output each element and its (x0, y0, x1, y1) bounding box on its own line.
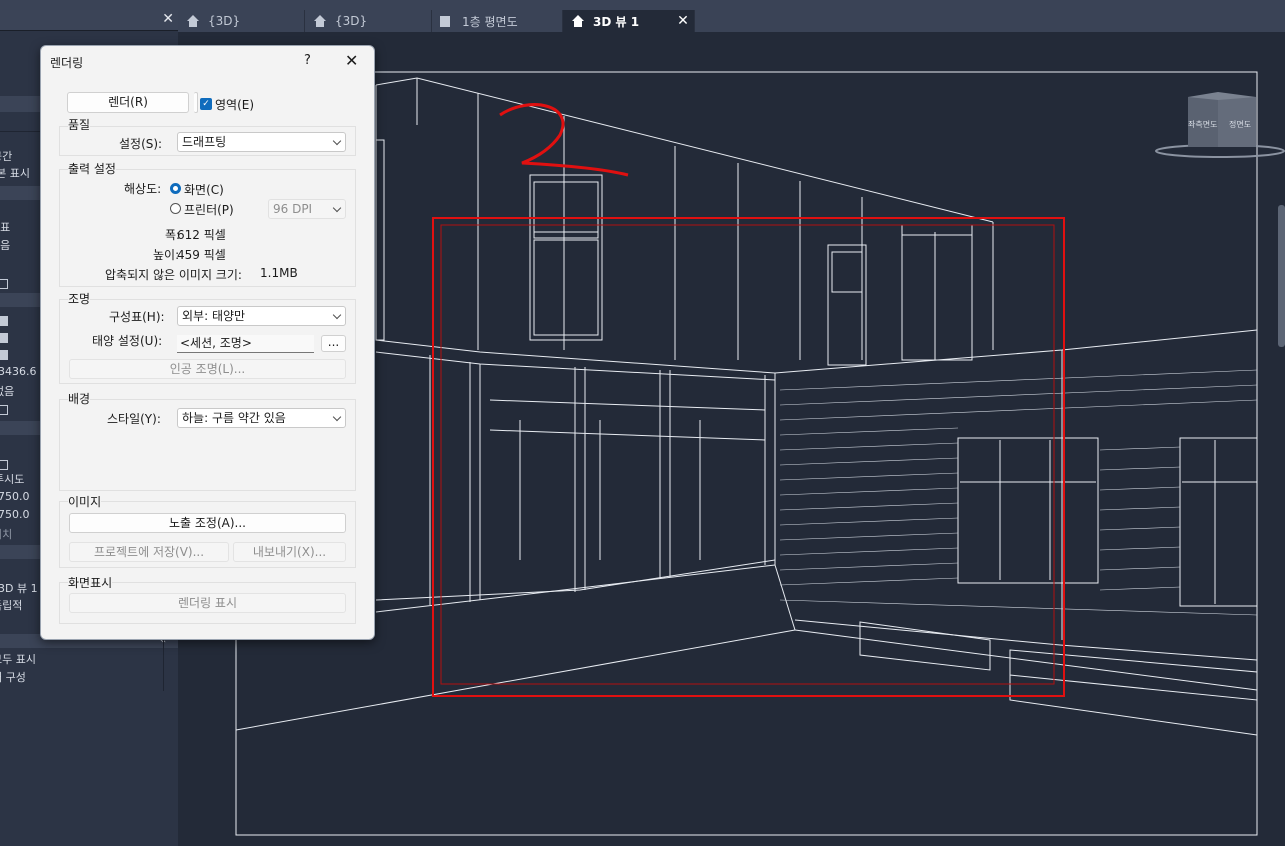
artificial-lights-button[interactable]: 인공 조명(L)... (69, 359, 346, 379)
tab-label: {3D} (335, 14, 368, 28)
checkbox[interactable] (0, 405, 8, 415)
property-row: 3436.6 (0, 365, 37, 378)
sun-setting-field[interactable]: <세션, 조명> (177, 335, 314, 353)
resolution-label: 해상도: (124, 182, 162, 196)
tab-3d-a[interactable]: {3D} (178, 10, 305, 32)
display-group-label: 화면표시 (68, 574, 113, 591)
background-style-select[interactable]: 하늘: 구름 약간 있음 (177, 408, 346, 428)
close-icon[interactable]: ✕ (677, 13, 689, 29)
chevron-down-icon (332, 203, 342, 213)
tab-label: 3D 뷰 1 (593, 14, 640, 29)
property-row: 없음 (0, 385, 15, 398)
region-checkbox-label[interactable]: 영역(E) (215, 96, 254, 113)
render-region-outline (432, 217, 1065, 697)
property-row: 750.0 (0, 490, 30, 503)
background-style-label: 스타일(Y): (107, 412, 161, 426)
tab-floor-plan-1f[interactable]: 1층 평면도 (432, 10, 563, 32)
render-button[interactable]: 렌더(R) (67, 92, 189, 113)
height-value: 459 픽셀 (177, 248, 226, 262)
tab-3d-b[interactable]: {3D} (305, 10, 432, 32)
screen-radio[interactable] (170, 183, 181, 194)
tab-3d-view-1[interactable]: 3D 뷰 1 ✕ (563, 10, 695, 32)
region-checkbox[interactable]: ✓ (200, 98, 212, 110)
view-tab-bar: {3D} {3D} 1층 평면도 3D 뷰 1 ✕ (178, 10, 1285, 32)
sun-settings-button[interactable]: ... (321, 335, 346, 352)
property-row: 위치 (0, 528, 13, 541)
quality-setting-select[interactable]: 드래프팅 (177, 132, 346, 152)
property-row: 독립적 (0, 599, 23, 612)
quality-setting-label: 설정(S): (119, 137, 163, 151)
dialog-title: 렌더링 (50, 56, 84, 70)
checkbox[interactable] (0, 316, 8, 326)
chevron-down-icon (332, 310, 342, 320)
printer-radio-label[interactable]: 프린터(P) (184, 201, 234, 218)
dpi-select[interactable]: 96 DPI (268, 199, 346, 219)
quality-group-label: 품질 (68, 116, 91, 133)
property-row: 3D 뷰 1 (0, 582, 38, 595)
printer-radio[interactable] (170, 203, 181, 214)
tab-label: 1층 평면도 (462, 14, 518, 29)
floor-plan-icon (440, 15, 450, 27)
lighting-scheme-select[interactable]: 외부: 태양만 (177, 306, 346, 326)
export-button[interactable]: 내보내기(X)... (233, 542, 346, 562)
property-row: 기본 표시 (0, 167, 30, 180)
save-to-project-button[interactable]: 프로젝트에 저장(V)... (69, 542, 229, 562)
viewcube-face-right[interactable]: 정면도 (1229, 119, 1251, 130)
property-row: 750.0 (0, 508, 30, 521)
checkbox[interactable] (0, 279, 8, 289)
property-row: 내 구성 (0, 671, 26, 684)
tab-label: {3D} (208, 14, 241, 28)
title-strip (0, 0, 1285, 10)
chevron-down-icon (332, 412, 342, 422)
properties-panel-header: ✕ (0, 10, 178, 31)
close-icon[interactable]: ✕ (345, 51, 358, 70)
help-icon[interactable]: ? (304, 53, 311, 68)
uncompressed-size-value: 1.1MB (260, 266, 298, 280)
property-row: 투시도 (0, 473, 25, 486)
property-row: 공간 (0, 150, 13, 163)
property-row: 좌표 (0, 221, 11, 234)
lighting-scheme-label: 구성표(H): (109, 310, 165, 324)
navigation-bar (1278, 205, 1285, 347)
render-region-inner (440, 224, 1055, 685)
chevron-down-icon (332, 136, 342, 146)
uncompressed-size-label: 압축되지 않은 이미지 크기: (105, 268, 242, 282)
exposure-button[interactable]: 노출 조정(A)... (69, 513, 346, 533)
viewcube[interactable] (1155, 92, 1285, 158)
width-value: 612 픽셀 (177, 228, 226, 242)
rendering-dialog: 렌더링 ? ✕ 렌더(R) ✓ 영역(E) 품질 설정(S): 드래프팅 출력 … (40, 45, 375, 640)
checkbox[interactable] (0, 350, 8, 360)
image-group-label: 이미지 (68, 493, 102, 510)
close-icon[interactable]: ✕ (162, 11, 174, 27)
show-rendering-button[interactable]: 렌더링 표시 (69, 593, 346, 613)
property-row: 모두 표시 (0, 653, 36, 666)
viewcube-face-left[interactable]: 좌측면도 (1188, 119, 1217, 130)
screen-radio-label[interactable]: 화면(C) (184, 181, 224, 198)
sun-setting-label: 태양 설정(U): (92, 334, 163, 348)
property-row: 없음 (0, 239, 11, 252)
home-icon (186, 15, 200, 27)
home-icon (571, 15, 585, 27)
checkbox[interactable] (0, 333, 8, 343)
background-group-label: 배경 (68, 390, 91, 407)
home-icon (313, 15, 327, 27)
checkbox[interactable] (0, 460, 8, 470)
output-group-label: 출력 설정 (68, 160, 116, 177)
lighting-group-label: 조명 (68, 290, 91, 307)
height-label: 높이: (153, 248, 180, 262)
